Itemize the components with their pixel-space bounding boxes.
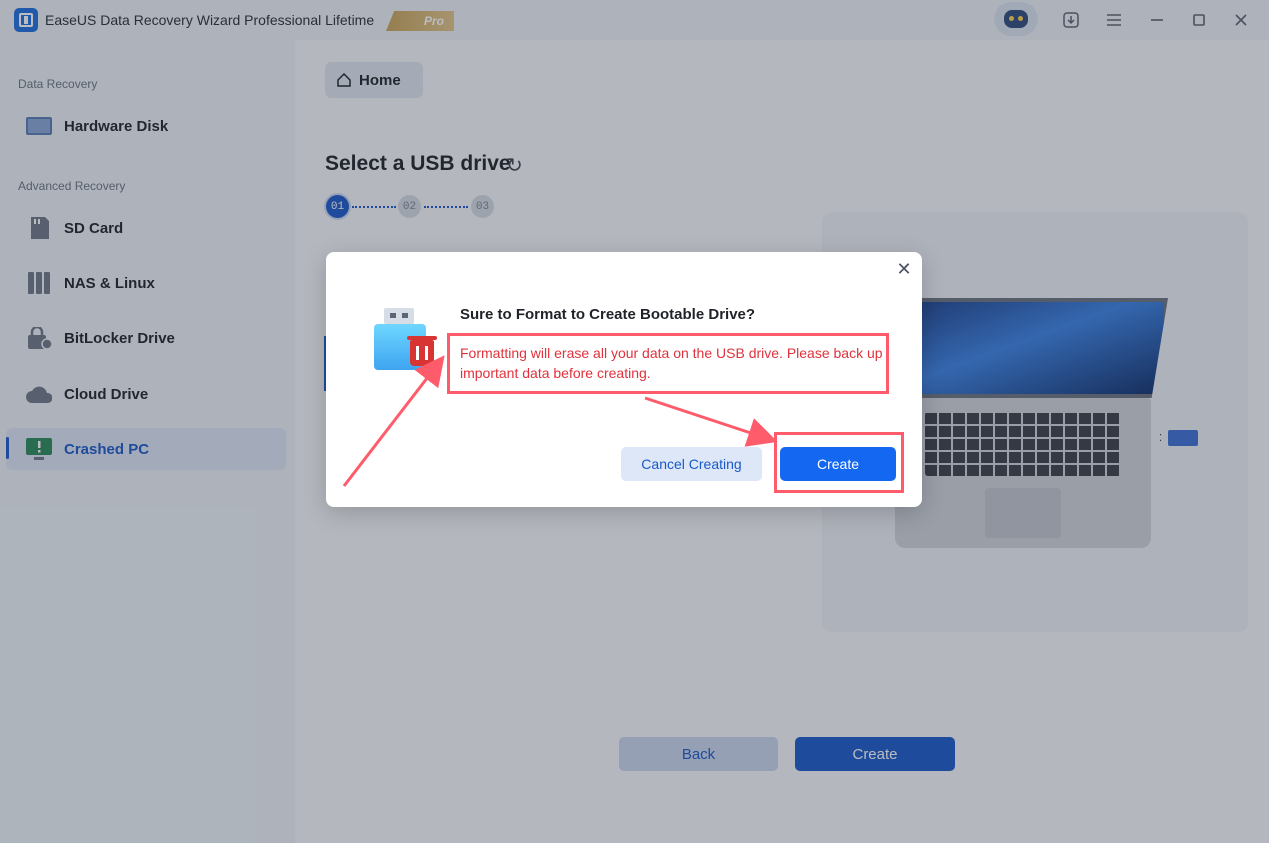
format-confirm-dialog: ✕ Sure to Format to Create Bootable Driv… [326,252,922,507]
annotation-box-create [774,432,904,493]
cancel-creating-button[interactable]: Cancel Creating [621,447,762,481]
usb-delete-icon [372,306,438,372]
dialog-close-icon[interactable]: ✕ [895,260,913,278]
annotation-box-message [447,333,889,394]
dialog-title: Sure to Format to Create Bootable Drive? [460,306,756,323]
